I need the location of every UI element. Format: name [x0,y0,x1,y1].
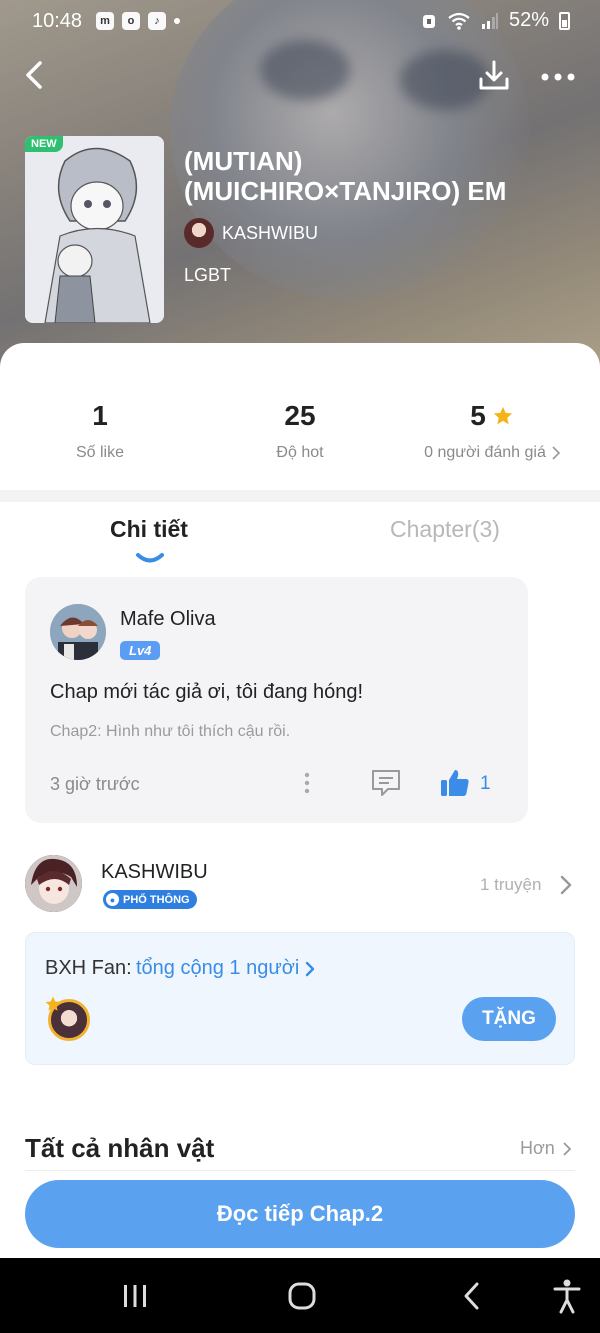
stats-panel: 1 Số like 25 Độ hot 5 0 người đánh giá [0,343,600,490]
new-badge: NEW [25,136,63,152]
rating-stat[interactable]: 5 0 người đánh giá [392,398,592,462]
chevron-right-icon [306,961,315,976]
status-bar: 10:48 m o ♪ 52% [0,0,600,44]
recent-apps-icon[interactable] [120,1283,150,1309]
water-drop-icon: ● [106,893,119,906]
thumbs-up-icon[interactable] [439,767,471,799]
home-icon[interactable] [287,1281,317,1311]
alarm-icon [422,14,435,28]
cover-illustration [25,136,164,323]
hot-label: Độ hot [276,444,324,461]
signal-icon [481,12,498,29]
characters-more-link[interactable]: Hơn [520,1138,571,1159]
rating-label: 0 người đánh giá [424,444,546,461]
section-divider [0,490,600,502]
divider [25,1170,575,1171]
back-icon[interactable] [18,57,54,93]
level-badge: Lv4 [120,641,161,660]
notification-app-icon: m [96,12,114,30]
rating-value: 5 [470,400,486,431]
fan-ranking-link[interactable]: tổng cộng 1 người [136,957,315,980]
author-link[interactable]: KASHWIBU [184,218,318,248]
fan-ranking-total: tổng cộng 1 người [136,957,300,979]
crown-star-icon [45,996,61,1011]
comment-chapter-ref[interactable]: Chap2: Hình như tôi thích cậu rồi. [50,723,290,741]
author-avatar-large[interactable] [25,855,82,912]
reply-icon[interactable] [370,767,402,799]
like-count: 1 [480,773,491,794]
commenter-name[interactable]: Mafe Oliva [120,608,216,631]
author-avatar [184,218,214,248]
star-icon [493,406,512,425]
hero-banner: 10:48 m o ♪ 52% NEW (MUTIAN) (MUICHIRO×T… [0,0,600,370]
author-works-count[interactable]: 1 truyện [480,875,541,895]
system-nav-bar [0,1258,600,1333]
hot-value: 25 [284,400,316,431]
fan-ranking-label: BXH Fan: [45,957,132,979]
tab-active-indicator [136,553,164,563]
member-tier-badge: ● PHỔ THÔNG [103,890,197,909]
accessibility-icon[interactable] [552,1278,582,1314]
commenter-avatar[interactable] [50,604,106,660]
member-tier-label: PHỔ THÔNG [123,893,190,906]
book-cover[interactable]: NEW [25,136,164,323]
likes-value: 1 [92,400,108,431]
author-name: KASHWIBU [222,222,319,243]
continue-reading-button[interactable]: Đọc tiếp Chap.2 [25,1180,575,1248]
tab-chapters[interactable]: Chapter(3) [390,516,500,543]
download-icon[interactable] [476,57,512,93]
genre-tag[interactable]: LGBT [184,265,231,286]
more-notifications-dot [174,18,180,24]
characters-more-label: Hơn [520,1138,555,1158]
chevron-right-icon[interactable] [558,874,574,896]
likes-label: Số like [75,444,125,461]
notification-app-icon: o [122,12,140,30]
tiktok-icon: ♪ [148,12,166,30]
status-time: 10:48 [32,10,83,32]
comment-time: 3 giờ trước [50,774,140,794]
hot-stat: 25 Độ hot [200,398,400,462]
book-title: (MUTIAN) (MUICHIRO×TANJIRO) EM [184,146,507,206]
gift-button[interactable]: TẶNG [462,997,556,1041]
chevron-right-icon [563,1141,571,1156]
battery-percent: 52% [508,9,549,31]
characters-heading: Tất cả nhân vật [25,1133,215,1163]
comment-text: Chap mới tác giả ơi, tôi đang hóng! [50,681,364,703]
tab-detail[interactable]: Chi tiết [110,516,188,543]
author-section-name[interactable]: KASHWIBU [101,861,208,884]
more-options-icon[interactable] [538,57,578,93]
nav-back-icon[interactable] [460,1281,484,1311]
battery-icon [559,11,570,30]
comment-card[interactable]: Mafe Oliva Lv4 Chap mới tác giả ơi, tôi … [25,577,528,823]
likes-stat: 1 Số like [0,398,200,462]
fan-ranking-card: BXH Fan: tổng cộng 1 người TẶNG [25,932,575,1065]
comment-more-icon[interactable] [299,770,315,796]
chevron-right-icon [552,446,560,460]
wifi-icon [448,12,470,30]
